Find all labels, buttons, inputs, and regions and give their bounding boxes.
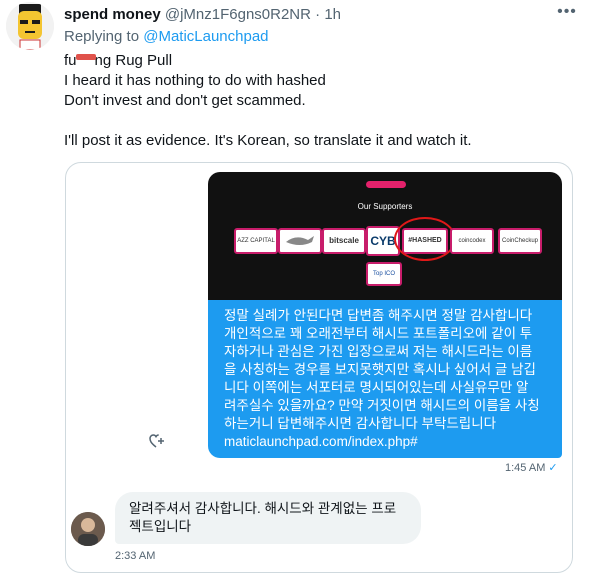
mention-link[interactable]: @MaticLaunchpad: [143, 28, 268, 45]
sent-line: 하는거니 답변해주시면 감사합니다 부탁드립니다: [224, 416, 497, 431]
author-name[interactable]: spend money: [64, 6, 161, 23]
sent-line: 자하거나 관심은 가진 입장으로써 저는 해시드라는 이름: [224, 344, 533, 359]
redaction-mark: [75, 54, 96, 61]
sent-line: 정말 실례가 안된다면 답변좀 해주시면 정말 감사합니다: [224, 308, 533, 323]
tweet: spend money @jMnz1F6gns0R2NR · 1h ••• Re…: [0, 0, 595, 577]
logo-coincheckup: CoinCheckup: [498, 228, 542, 254]
sent-time: 1:45 AM: [505, 462, 546, 474]
logo-whale: [278, 228, 322, 254]
received-line: 알려주셔서 감사합니다. 해시드와 관계없는 프로: [129, 501, 397, 516]
text-line-2: I heard it has nothing to do with hashed: [64, 72, 326, 89]
sent-line: 니다 이쪽에는 서포터로 명시되어있는데 사실유무만 알: [224, 380, 529, 395]
text-line-1-suffix: ng Rug Pull: [94, 52, 173, 69]
text-line-1: fu ng Rug Pull: [64, 51, 584, 71]
add-reaction-icon[interactable]: [148, 432, 166, 450]
more-icon[interactable]: •••: [555, 2, 579, 26]
supporters-screenshot: Our Supporters AZZ CAPITAL bitscale CYB …: [208, 172, 562, 300]
text-line-3: Don't invest and don't get scammed.: [64, 92, 306, 109]
author-avatar[interactable]: [6, 2, 54, 50]
text-line-5: I'll post it as evidence. It's Korean, s…: [64, 132, 472, 149]
author-handle[interactable]: @jMnz1F6gns0R2NR: [165, 6, 311, 23]
sent-message-text: 정말 실례가 안된다면 답변좀 해주시면 정말 감사합니다 개인적으로 꽤 오래…: [224, 307, 554, 451]
tweet-text: fu ng Rug Pull I heard it has nothing to …: [64, 51, 584, 151]
replying-prefix: Replying to: [64, 28, 144, 45]
sent-line: 을 사칭하는 경우를 보지못햇지만 혹시나 싶어서 글 남깁: [224, 362, 536, 377]
received-message-bubble[interactable]: 알려주셔서 감사합니다. 해시드와 관계없는 프로 젝트입니다: [115, 492, 421, 544]
received-line: 젝트입니다: [129, 519, 192, 534]
check-icon: ✓: [548, 462, 558, 474]
logo-coincodex: coincodex: [450, 228, 494, 254]
logo-bitscale: bitscale: [322, 228, 366, 254]
sent-line: 개인적으로 꽤 오래전부터 해시드 포트폴리오에 같이 투: [224, 326, 533, 341]
separator: ·: [315, 6, 321, 23]
tweet-time[interactable]: 1h: [324, 6, 341, 23]
logo-top-ico-list: Top ICO List: [366, 262, 402, 286]
text-line-blank: [64, 111, 584, 131]
replying-to: Replying to @MaticLaunchpad: [64, 28, 269, 45]
sent-timestamp: 1:45 AM ✓: [505, 461, 558, 474]
supporters-heading: Our Supporters: [357, 202, 413, 211]
logo-azz-capital: AZZ CAPITAL: [234, 228, 278, 254]
received-timestamp: 2:33 AM: [115, 550, 156, 562]
recipient-avatar[interactable]: [71, 512, 105, 546]
sent-line: 려주실수 있을까요? 만약 거짓이면 해시드의 이름을 사칭: [224, 398, 540, 413]
tweet-header: spend money @jMnz1F6gns0R2NR · 1h: [64, 6, 341, 23]
sent-message-bubble[interactable]: 정말 실례가 안된다면 답변좀 해주시면 정말 감사합니다 개인적으로 꽤 오래…: [208, 300, 562, 458]
screenshot-button: [366, 181, 406, 188]
sent-link[interactable]: maticlaunchpad.com/index.php#: [224, 433, 554, 451]
received-message-text: 알려주셔서 감사합니다. 해시드와 관계없는 프로 젝트입니다: [129, 500, 396, 536]
highlight-circle: [394, 217, 456, 261]
